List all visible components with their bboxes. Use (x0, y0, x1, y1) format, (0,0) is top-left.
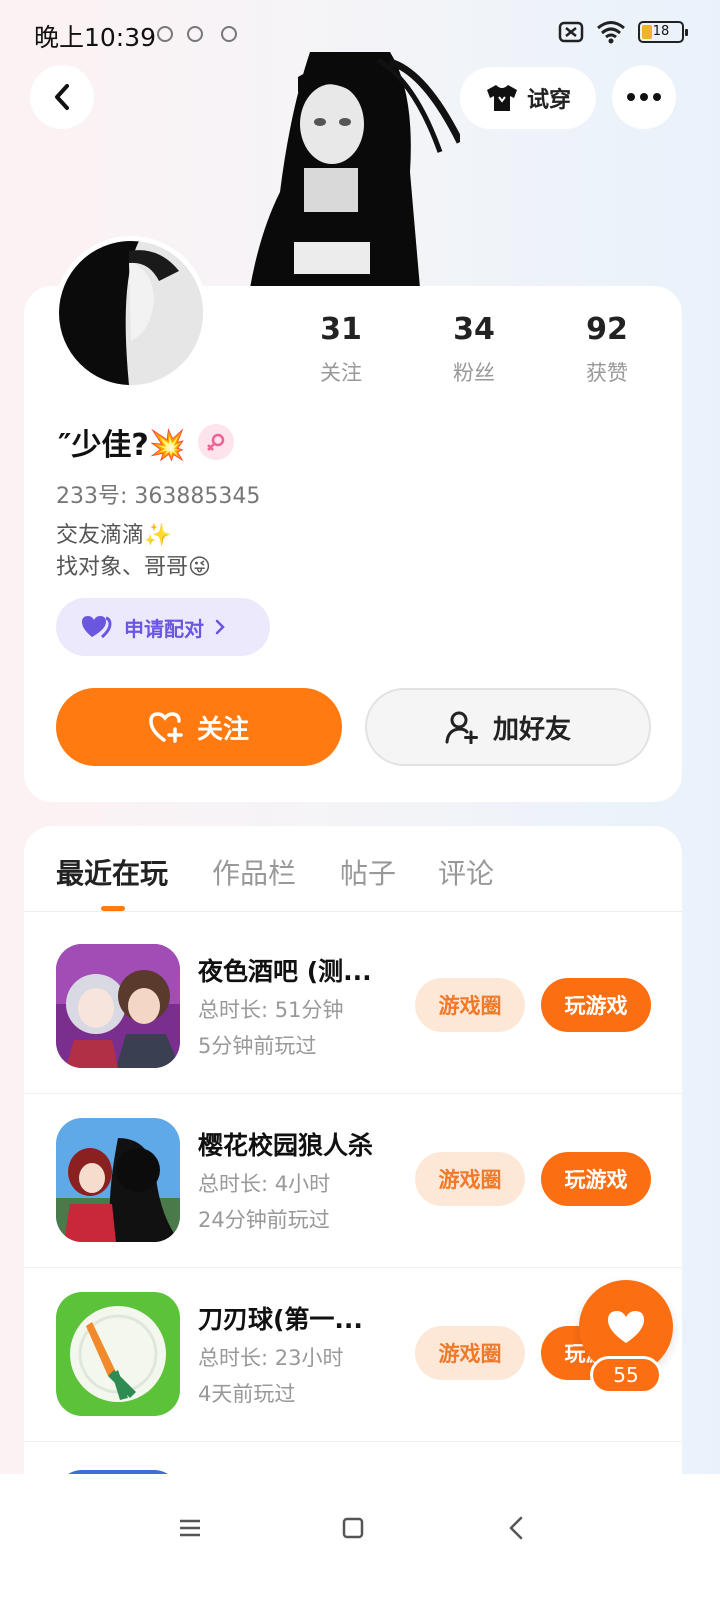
heart-plus-icon (149, 712, 183, 743)
chevron-right-icon (215, 619, 225, 635)
stat-label: 获赞 (586, 361, 628, 385)
more-icon (627, 93, 661, 101)
avatar-figure-image (250, 52, 460, 288)
game-title: 樱花校园狼人杀 (198, 1131, 374, 1160)
follow-button[interactable]: 关注 (56, 688, 342, 766)
apply-pair-button[interactable]: 申请配对 (56, 598, 270, 656)
recent-games-card: 最近在玩 作品栏 帖子 评论 夜色酒吧 (测... 总时长: 51分钟 5分钟前… (24, 826, 682, 1546)
play-game-button[interactable]: 玩游戏 (541, 978, 651, 1032)
game-icon[interactable] (56, 1292, 180, 1416)
nickname: ″少佳?💥 (58, 420, 235, 464)
menu-icon (180, 1519, 200, 1537)
game-title: 夜色酒吧 (测... (198, 957, 372, 986)
battery-level: 18 (652, 24, 670, 39)
female-icon (198, 424, 235, 460)
shirt-icon (486, 85, 517, 111)
add-friend-label: 加好友 (492, 714, 571, 745)
home-icon (342, 1517, 364, 1539)
nav-back-button[interactable] (486, 1508, 546, 1548)
game-last-played: 4天前玩过 (198, 1382, 296, 1406)
home-button[interactable] (323, 1508, 383, 1548)
tab-recently-played[interactable]: 最近在玩 (56, 852, 168, 892)
game-duration: 总时长: 23小时 (198, 1346, 344, 1370)
nickname-text: ″少佳?💥 (58, 428, 187, 463)
game-icon[interactable] (56, 1118, 180, 1242)
stat-following[interactable]: 31 关注 (286, 312, 396, 387)
status-time: 晚上10:39 (34, 23, 157, 52)
more-button[interactable] (612, 65, 676, 129)
add-friend-button[interactable]: 加好友 (365, 688, 651, 766)
game-duration: 总时长: 51分钟 (198, 998, 344, 1022)
game-row[interactable]: 夜色酒吧 (测... 总时长: 51分钟 5分钟前玩过 游戏圈 玩游戏 (24, 920, 682, 1094)
stat-label: 粉丝 (453, 361, 495, 385)
wifi-icon (597, 21, 625, 44)
tab-posts[interactable]: 帖子 (340, 852, 396, 892)
game-row[interactable]: 刀刃球(第一... 总时长: 23小时 4天前玩过 游戏圈 玩游戏 (24, 1268, 682, 1442)
avatar-image (59, 241, 203, 385)
back-button[interactable] (30, 65, 94, 129)
game-last-played: 5分钟前玩过 (198, 1034, 317, 1058)
game-row[interactable]: 樱花校园狼人杀 总时长: 4小时 24分钟前玩过 游戏圈 玩游戏 (24, 1094, 682, 1268)
user-id: 233号: 363885345 (56, 484, 261, 509)
follow-label: 关注 (196, 714, 249, 745)
stat-number: 92 (586, 312, 628, 347)
game-last-played: 24分钟前玩过 (198, 1208, 330, 1232)
no-sim-icon (558, 21, 584, 43)
stat-likes[interactable]: 92 获赞 (552, 312, 662, 387)
game-title: 刀刃球(第一... (198, 1305, 363, 1334)
like-count: 55 (590, 1356, 662, 1394)
stat-number: 31 (320, 312, 362, 347)
game-duration: 总时长: 4小时 (198, 1172, 331, 1196)
notification-icon (187, 26, 203, 42)
bio-line: 找对象、哥哥😜 (56, 555, 211, 580)
heart-pair-icon (82, 616, 112, 639)
notification-icon (157, 26, 173, 42)
profile-tabs: 最近在玩 作品栏 帖子 评论 (24, 826, 682, 912)
try-on-button[interactable]: 试穿 (460, 67, 596, 129)
tab-works[interactable]: 作品栏 (212, 852, 296, 892)
notification-icon (221, 26, 237, 42)
status-icons: 18 (558, 20, 688, 44)
apply-pair-label: 申请配对 (124, 616, 204, 641)
try-on-label: 试穿 (526, 88, 571, 113)
user-plus-icon (445, 711, 478, 744)
game-circle-button[interactable]: 游戏圈 (415, 1326, 525, 1380)
back-nav-icon (509, 1516, 523, 1540)
stat-label: 关注 (320, 361, 362, 385)
tab-indicator (101, 906, 125, 911)
back-icon (55, 84, 69, 110)
battery-icon: 18 (638, 21, 688, 43)
game-circle-button[interactable]: 游戏圈 (415, 1152, 525, 1206)
bio: 交友滴滴✨ 找对象、哥哥😜 (56, 520, 211, 584)
stat-number: 34 (453, 312, 495, 347)
system-nav-bar (0, 1474, 720, 1600)
tab-comments[interactable]: 评论 (438, 852, 494, 892)
bio-line: 交友滴滴✨ (56, 523, 172, 548)
game-icon[interactable] (56, 944, 180, 1068)
game-circle-button[interactable]: 游戏圈 (415, 978, 525, 1032)
avatar[interactable] (54, 236, 208, 390)
heart-icon (608, 1311, 644, 1343)
play-game-button[interactable]: 玩游戏 (541, 1152, 651, 1206)
stat-followers[interactable]: 34 粉丝 (419, 312, 529, 387)
menu-button[interactable] (160, 1508, 220, 1548)
